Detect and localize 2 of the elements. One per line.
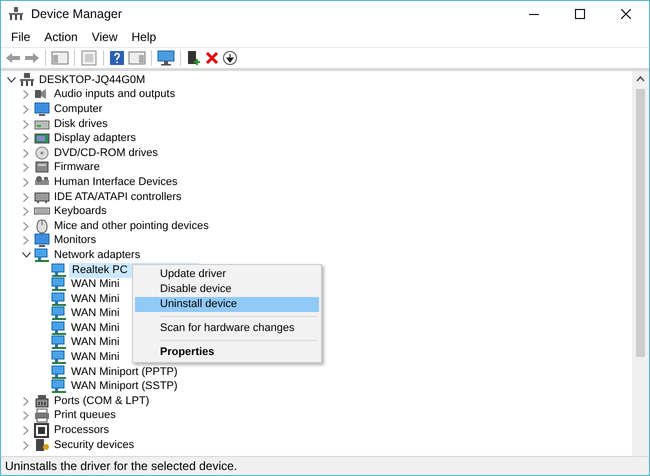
status-text: Uninstalls the driver for the selected device. <box>5 459 238 473</box>
window-title: Device Manager <box>31 7 122 21</box>
